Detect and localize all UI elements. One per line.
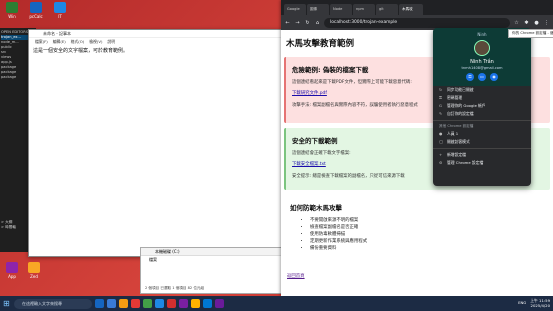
extensions-icon[interactable]: ✱	[523, 20, 530, 26]
menu-file[interactable]: 檔案(F)	[35, 38, 48, 45]
menu-edit[interactable]: 編輯(E)	[53, 38, 66, 45]
tab-active[interactable]: 木馬攻	[399, 4, 423, 15]
taskbar-app-icon[interactable]	[131, 299, 140, 308]
taskbar-app-icon[interactable]	[95, 299, 104, 308]
taskbar: ⊞ 在這裡輸入文字來搜尋 ENG 上午 11:59 2025/4/20	[0, 296, 553, 311]
status-bar: 2 個項目 已選取 1 個項目 82 位元組	[145, 286, 205, 290]
profile-tooltip: 你的 Chrome 設定檔 - 儲存/同步	[508, 29, 553, 38]
add-profile-item[interactable]: + 新增設定檔	[433, 151, 531, 159]
taskbar-app-icon[interactable]	[107, 299, 116, 308]
prevention-heading: 如何防範木馬攻擊	[290, 204, 342, 212]
profile-icon[interactable]: ●	[533, 20, 540, 26]
tab-strip: Google 圖像 Node npm git 木馬攻	[281, 0, 553, 15]
taskbar-app-icon[interactable]	[179, 299, 188, 308]
desktop-icon-2[interactable]: pcCalc	[26, 2, 46, 19]
pencil-icon: ✎	[439, 111, 443, 116]
google-account-item[interactable]: G 管理你的 Google 帳戶	[433, 102, 531, 110]
list-item: 不要開啟來源不明的檔案	[310, 217, 544, 223]
folder-icon[interactable]	[119, 299, 128, 308]
tab[interactable]: Node	[330, 4, 352, 15]
taskbar-search[interactable]: 在這裡輸入文字來搜尋	[14, 298, 92, 309]
forward-icon[interactable]: →	[294, 20, 301, 26]
notepad-menubar: 檔案(F) 編輯(E) 格式(O) 檢視(V) 說明	[29, 38, 287, 45]
avatar	[474, 40, 490, 56]
desktop-icon-1[interactable]: Win	[2, 2, 22, 19]
menu-format[interactable]: 格式(O)	[71, 38, 85, 45]
back-icon[interactable]: ←	[284, 20, 291, 26]
guest-mode-item[interactable]: ◯ 開啟訪客模式	[433, 138, 531, 146]
star-icon[interactable]: ☆	[513, 20, 520, 26]
taskbar-app-icon[interactable]	[215, 299, 224, 308]
customize-profile-item[interactable]: ✎ 自訂你的設定檔	[433, 110, 531, 118]
vscode-icon[interactable]	[203, 299, 212, 308]
file-explorer-panel: 本機磁碟 (C:) 檔案 2 個項目 已選取 1 個項目 82 位元組	[140, 247, 283, 294]
prevention-section: 如何防範木馬攻擊 不要開啟來源不明的檔案 檢查檔案副檔名是否正確 使用防毒軟體掃…	[284, 195, 550, 257]
profile-name: Ninh Trần	[470, 59, 494, 65]
profile-actions: ⚿ ▭ ◉	[433, 73, 531, 81]
key-icon[interactable]: ⚿	[466, 73, 474, 81]
desktop-icon-5[interactable]: Zed	[24, 262, 44, 279]
google-icon: G	[439, 103, 442, 108]
reload-icon[interactable]: ↻	[304, 20, 311, 26]
taskbar-app-icon[interactable]	[155, 299, 164, 308]
key-icon: ⚿	[439, 95, 442, 100]
clock[interactable]: 上午 11:59 2025/4/20	[530, 298, 550, 308]
menu-help[interactable]: 說明	[107, 38, 115, 45]
notepad-content[interactable]: 這是一個安全的文字檔案，可於教育範例。	[29, 45, 287, 56]
app-icon	[30, 2, 42, 13]
sync-item[interactable]: ↻ 同步功能已開啟	[433, 86, 531, 94]
list-item: 使用防毒軟體掃描	[310, 231, 544, 237]
language-indicator[interactable]: ENG	[518, 301, 526, 306]
home-icon[interactable]: ⌂	[314, 20, 321, 26]
password-item[interactable]: ⚿ 密碼管理	[433, 94, 531, 102]
tab[interactable]: 圖像	[307, 4, 329, 15]
drive-label[interactable]: 本機磁碟 (C:)	[141, 248, 282, 256]
divider	[433, 120, 531, 121]
notepad-window: 未命名 - 記事本 檔案(F) 編輯(E) 格式(O) 檢視(V) 說明 這是一…	[28, 29, 288, 257]
menu-icon[interactable]: ⋮	[543, 20, 550, 26]
chrome-icon[interactable]	[143, 299, 152, 308]
tab[interactable]: npm	[353, 4, 375, 15]
sync-icon: ↻	[439, 87, 443, 92]
file-item[interactable]: 檔案	[141, 256, 282, 264]
taskbar-app-icon[interactable]	[191, 299, 200, 308]
profile-person-1[interactable]: ● 人員 1	[433, 130, 531, 138]
list-item: 檢查檔案副檔名是否正確	[310, 224, 544, 230]
profile-email: tnmh1408@gmail.com	[461, 66, 503, 70]
guest-icon: ◯	[439, 139, 444, 144]
list-item: 定期更新作業系統與應用程式	[310, 238, 544, 244]
desktop-icon-4[interactable]: App	[2, 262, 22, 279]
notepad-title: 未命名 - 記事本	[43, 31, 71, 36]
tab[interactable]: Google	[284, 4, 306, 15]
app-icon	[6, 262, 18, 273]
app-icon	[54, 2, 66, 13]
notepad-titlebar: 未命名 - 記事本	[29, 30, 287, 38]
chrome-profile-menu: Ninh Ninh Trần tnmh1408@gmail.com ⚿ ▭ ◉ …	[433, 28, 531, 186]
back-home-link[interactable]: 返回首頁	[287, 274, 305, 279]
manage-profiles-item[interactable]: ⚙ 管理 Chrome 設定檔	[433, 159, 531, 167]
other-profiles-heading: 其他 Chrome 設定檔	[439, 124, 474, 128]
app-icon	[6, 2, 18, 13]
taskbar-app-icon[interactable]	[167, 299, 176, 308]
tab[interactable]: git	[376, 4, 398, 15]
system-tray: ENG 上午 11:59 2025/4/20	[518, 298, 550, 308]
app-icon	[28, 262, 40, 273]
divider	[433, 148, 531, 149]
location-icon[interactable]: ◉	[490, 73, 498, 81]
list-item: 備份重要資料	[310, 245, 544, 251]
prevention-list: 不要開啟來源不明的檔案 檢查檔案副檔名是否正確 使用防毒軟體掃描 定期更新作業系…	[290, 217, 544, 251]
add-icon: +	[439, 152, 443, 157]
clock-date: 2025/4/20	[530, 302, 550, 308]
address-bar[interactable]: localhost:3000/trojan-example	[324, 17, 510, 28]
gear-icon: ⚙	[439, 160, 443, 165]
windows-start-icon[interactable]: ⊞	[3, 299, 11, 308]
person-icon: ●	[439, 131, 443, 136]
menu-view[interactable]: 檢視(V)	[89, 38, 102, 45]
desktop-icon-3[interactable]: IT	[50, 2, 70, 19]
card-icon[interactable]: ▭	[478, 73, 486, 81]
